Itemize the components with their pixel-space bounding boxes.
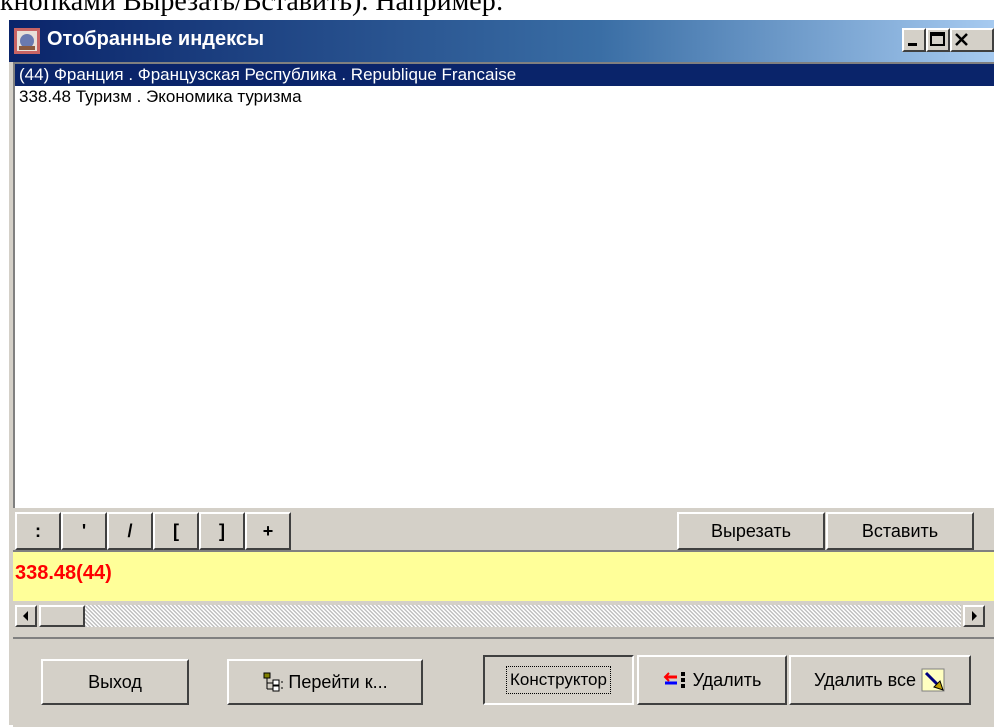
cut-button[interactable]: Вырезать (677, 512, 825, 550)
list-item[interactable]: 338.48 Туризм . Экономика туризма (15, 86, 994, 108)
app-icon (14, 28, 40, 54)
scroll-right-button[interactable] (963, 605, 985, 627)
apostrophe-button[interactable]: ' (61, 512, 107, 550)
close-bracket-button[interactable]: ] (199, 512, 245, 550)
paste-button[interactable]: Вставить (826, 512, 974, 550)
formula-field[interactable]: 338.48(44) (13, 550, 994, 601)
exit-button[interactable]: Выход (41, 659, 189, 705)
delete-button[interactable]: Удалить (637, 655, 787, 705)
scroll-left-button[interactable] (15, 605, 37, 627)
index-list[interactable]: (44) Франция . Французская Республика . … (13, 62, 994, 508)
constructor-button[interactable]: Конструктор (483, 655, 634, 705)
scroll-thumb[interactable] (39, 605, 85, 627)
arrow-right-icon (972, 611, 977, 621)
window-title: Отобранные индексы (47, 28, 265, 50)
formula-value: 338.48(44) (15, 562, 112, 584)
selected-indexes-window: Отобранные индексы (44) Франция . Францу… (9, 20, 994, 727)
constructor-label: Конструктор (506, 666, 611, 694)
tree-icon (263, 672, 284, 692)
close-icon (955, 33, 968, 46)
delete-all-label: Удалить все (813, 669, 917, 690)
goto-button[interactable]: Перейти к... (227, 659, 423, 705)
goto-label: Перейти к... (288, 671, 388, 692)
title-bar[interactable]: Отобранные индексы (9, 20, 994, 62)
maximize-button[interactable] (926, 28, 950, 52)
horizontal-scrollbar[interactable] (13, 603, 994, 629)
scroll-track[interactable] (39, 605, 961, 627)
delete-icon (663, 672, 685, 688)
close-button[interactable] (950, 28, 994, 52)
slash-button[interactable]: / (107, 512, 153, 550)
plus-button[interactable]: + (245, 512, 291, 550)
document-text: кнопками Вырезать/Вставить). Например: (0, 0, 504, 17)
broom-icon (921, 668, 945, 692)
maximize-icon (930, 32, 945, 46)
minimize-icon (908, 43, 917, 46)
action-panel: Выход Перейти к... Конструктор Удалить У… (13, 637, 994, 727)
colon-button[interactable]: : (15, 512, 61, 550)
delete-all-button[interactable]: Удалить все (789, 655, 971, 705)
minimize-button[interactable] (902, 28, 926, 52)
list-item[interactable]: (44) Франция . Французская Республика . … (15, 64, 994, 86)
delete-label: Удалить (692, 669, 762, 690)
symbol-toolbar: : ' / [ ] + Вырезать Вставить (13, 508, 994, 550)
arrow-left-icon (23, 611, 28, 621)
open-bracket-button[interactable]: [ (153, 512, 199, 550)
